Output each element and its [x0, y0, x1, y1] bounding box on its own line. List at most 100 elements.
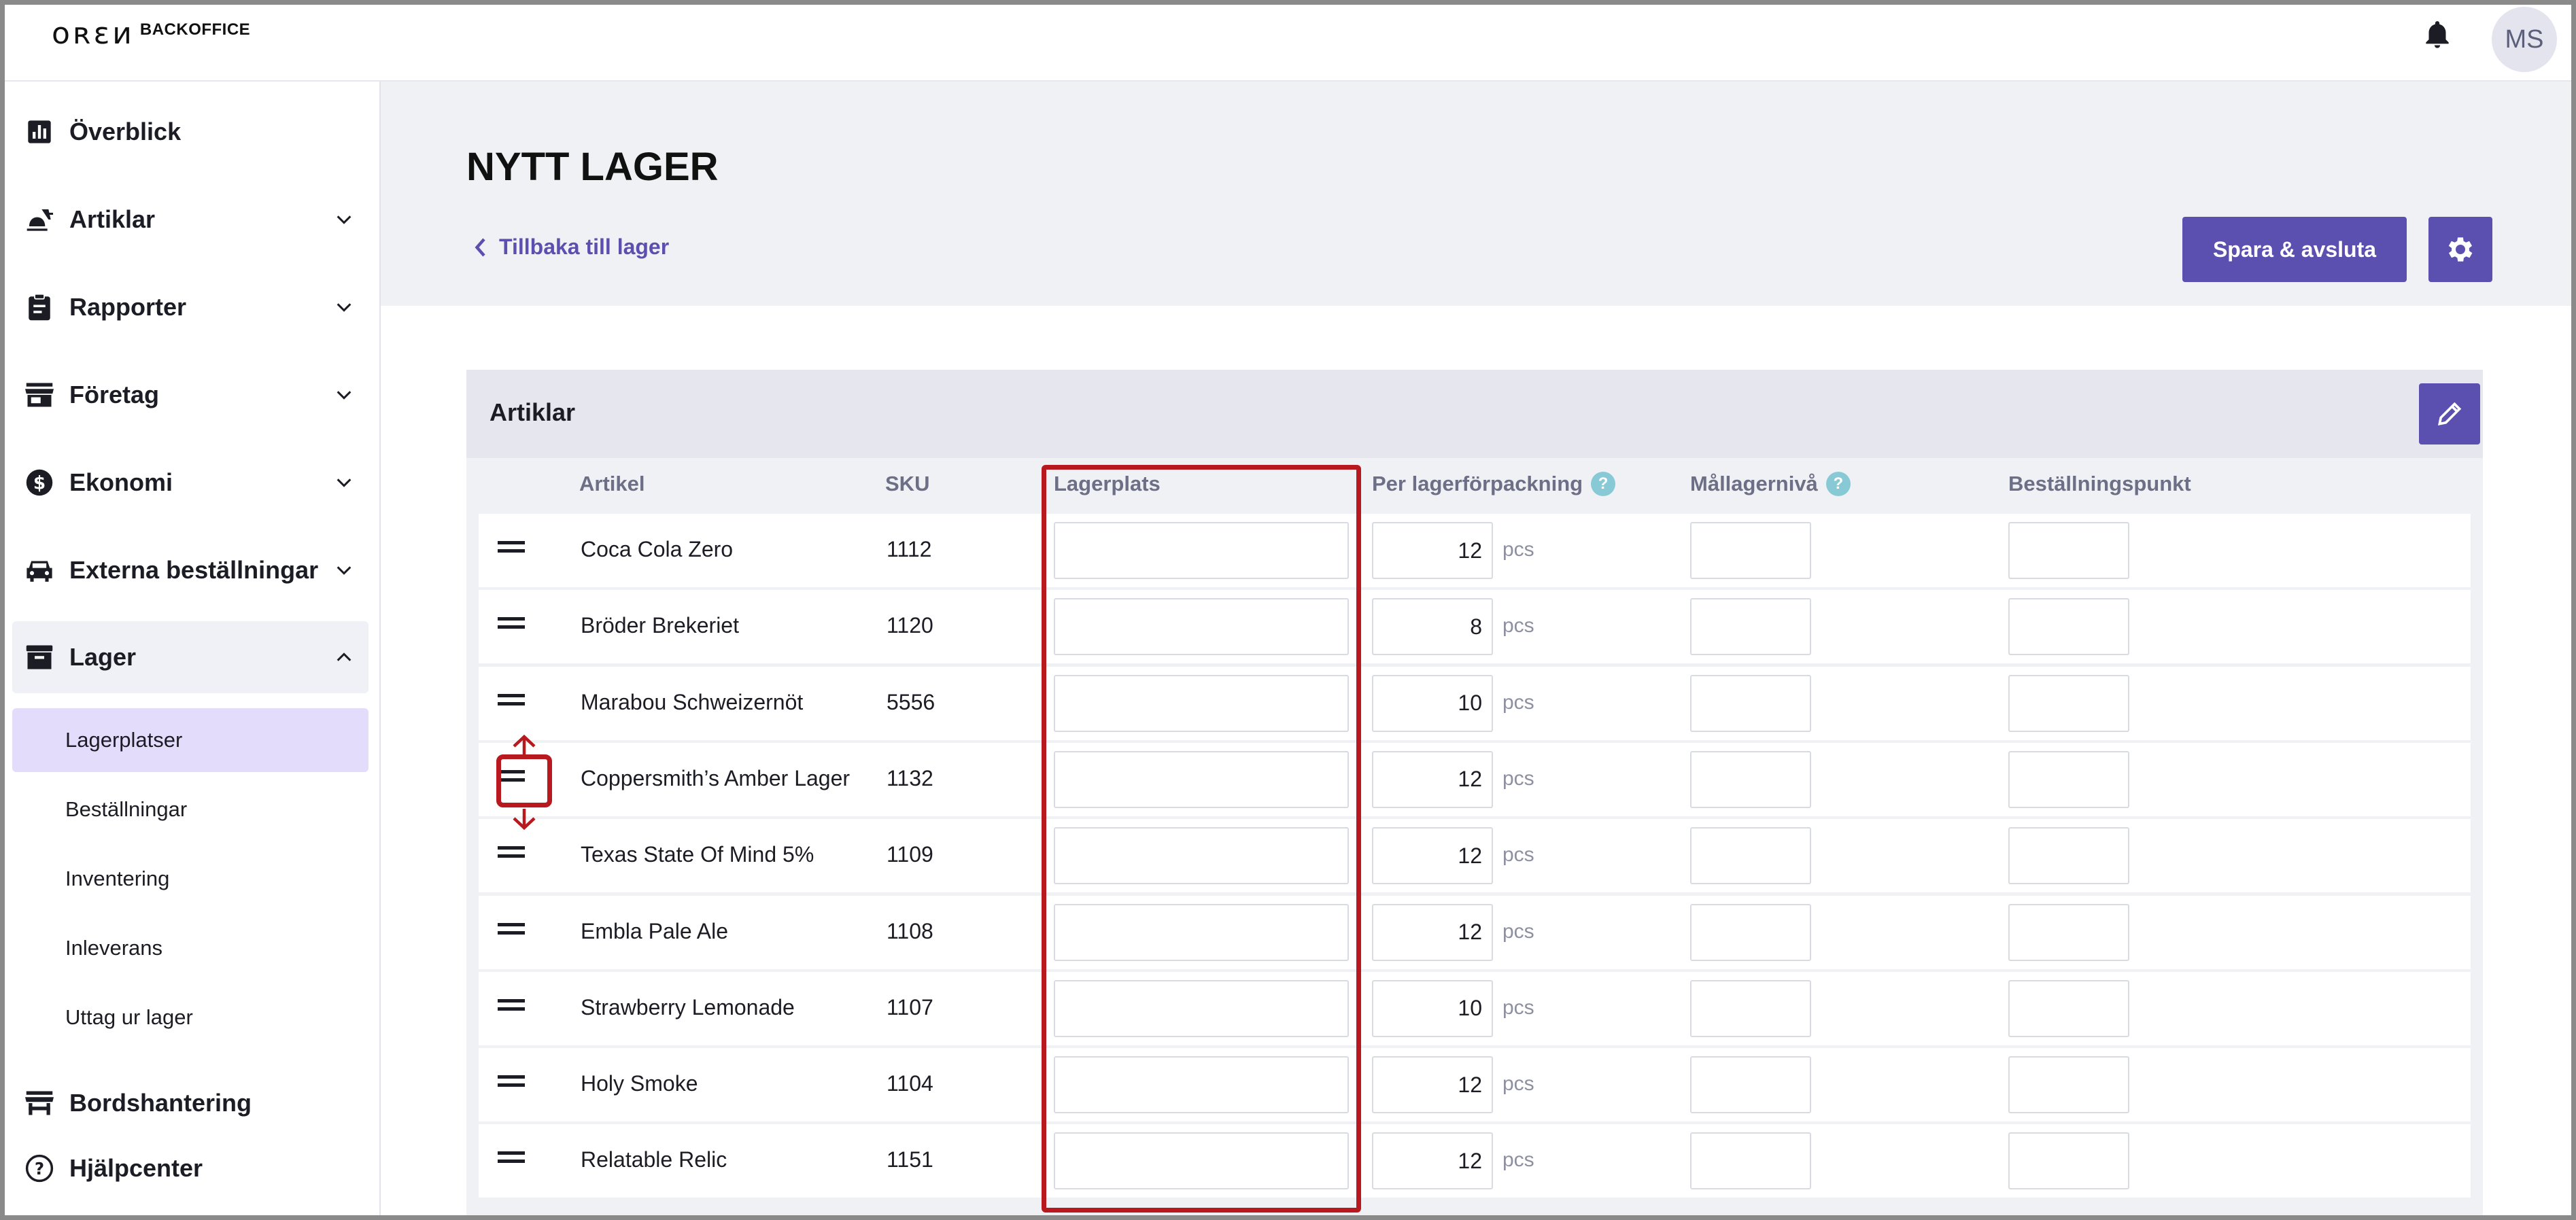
target-level-input[interactable]: [1690, 674, 1811, 732]
lagerplats-input[interactable]: [1054, 827, 1349, 885]
sidebar-sub-uttag-ur-lager[interactable]: Uttag ur lager: [12, 986, 368, 1049]
lagerplats-input[interactable]: [1054, 903, 1349, 961]
gear-icon: [2448, 237, 2473, 262]
drag-handle-icon[interactable]: [498, 617, 525, 632]
chevron-down-icon[interactable]: [334, 298, 354, 317]
target-level-input[interactable]: [1690, 827, 1811, 885]
sidebar-sub-inventering[interactable]: Inventering: [12, 847, 368, 911]
save-and-close-button[interactable]: Spara & avsluta: [2182, 217, 2407, 282]
help-circle-icon: ?: [24, 1153, 54, 1183]
target-level-input[interactable]: [1690, 522, 1811, 579]
lagerplats-input[interactable]: [1054, 1132, 1349, 1190]
order-point-input[interactable]: [2008, 1132, 2129, 1190]
sidebar-item-externa-bestallningar[interactable]: Externa beställningar: [12, 538, 368, 603]
bell-icon[interactable]: [2420, 18, 2454, 56]
article-name: Relatable Relic: [581, 1147, 727, 1172]
help-icon[interactable]: ?: [1591, 472, 1616, 496]
avatar[interactable]: MS: [2492, 7, 2557, 72]
sidebar-item-rapporter[interactable]: Rapporter: [12, 275, 368, 340]
target-level-input[interactable]: [1690, 903, 1811, 961]
sidebar-item-hjalpcenter[interactable]: ? Hjälpcenter: [12, 1136, 368, 1201]
order-point-input[interactable]: [2008, 674, 2129, 732]
logo[interactable]: ᴏʀɛᴎ BACKOFFICE: [52, 19, 250, 49]
help-icon[interactable]: ?: [1825, 472, 1851, 496]
sidebar-sub-bestallningar[interactable]: Beställningar: [12, 778, 368, 841]
lagerplats-input[interactable]: [1054, 1056, 1349, 1114]
per-pack-input[interactable]: [1372, 1056, 1493, 1114]
sidebar-item-artiklar[interactable]: Artiklar: [12, 187, 368, 252]
lagerplats-input[interactable]: [1054, 750, 1349, 808]
svg-text:$: $: [33, 474, 46, 494]
unit-label: pcs: [1502, 920, 1534, 943]
chevron-down-icon[interactable]: [334, 561, 354, 580]
drag-handle-icon[interactable]: [498, 1151, 525, 1166]
chevron-down-icon[interactable]: [334, 473, 354, 492]
drag-handle-icon[interactable]: [498, 1075, 525, 1090]
order-point-input[interactable]: [2008, 1056, 2129, 1114]
card-title: Artiklar: [490, 398, 576, 426]
chevron-up-icon[interactable]: [334, 648, 354, 667]
per-pack-input[interactable]: [1372, 522, 1493, 579]
col-header-per-pack: Per lagerförpackning ?: [1372, 472, 1616, 496]
sidebar-item-overblick[interactable]: Överblick: [12, 99, 368, 164]
article-name: Coppersmith’s Amber Lager: [581, 765, 851, 790]
sidebar-sub-lagerplatser[interactable]: Lagerplatser: [12, 708, 368, 772]
per-pack-input[interactable]: [1372, 827, 1493, 885]
sidebar-item-foretag[interactable]: Företag: [12, 362, 368, 428]
page-title: NYTT LAGER: [466, 145, 719, 189]
sidebar: Överblick Artiklar Rapporter Företag $ E…: [0, 82, 381, 1220]
drag-handle-icon[interactable]: [498, 541, 525, 556]
target-level-input[interactable]: [1690, 1132, 1811, 1190]
target-level-input[interactable]: [1690, 1056, 1811, 1114]
sidebar-item-label: Rapporter: [69, 293, 187, 321]
per-pack-input[interactable]: [1372, 979, 1493, 1037]
per-pack-input[interactable]: [1372, 750, 1493, 808]
lagerplats-input[interactable]: [1054, 598, 1349, 656]
drag-handle-icon[interactable]: [498, 922, 525, 938]
sidebar-item-bordshantering[interactable]: Bordshantering: [12, 1070, 368, 1136]
logo-mark: ᴏʀɛᴎ: [52, 16, 135, 51]
drag-handle-icon[interactable]: [498, 846, 525, 861]
per-pack-input[interactable]: [1372, 598, 1493, 656]
back-link[interactable]: Tillbaka till lager: [472, 234, 669, 260]
sidebar-item-ekonomi[interactable]: $ Ekonomi: [12, 450, 368, 515]
lagerplats-input[interactable]: [1054, 674, 1349, 732]
unit-label: pcs: [1502, 1149, 1534, 1172]
unit-label: pcs: [1502, 843, 1534, 867]
food-icon: [24, 205, 54, 234]
articles-card: Artiklar Artikel SKU Lagerplats Per lage…: [466, 370, 2483, 1220]
col-header-lagerplats: Lagerplats: [1054, 472, 1161, 495]
lagerplats-input[interactable]: [1054, 979, 1349, 1037]
article-sku: 1107: [887, 994, 933, 1019]
order-point-input[interactable]: [2008, 979, 2129, 1037]
article-sku: 5556: [887, 689, 935, 714]
sidebar-item-lager[interactable]: Lager: [12, 621, 368, 693]
per-pack-input[interactable]: [1372, 674, 1493, 732]
table-row: Relatable Relic 1151 pcs: [479, 1124, 2471, 1198]
chevron-down-icon[interactable]: [334, 210, 354, 229]
chevron-down-icon[interactable]: [334, 385, 354, 404]
target-level-input[interactable]: [1690, 750, 1811, 808]
col-header-sku: SKU: [885, 472, 930, 495]
order-point-input[interactable]: [2008, 827, 2129, 885]
order-point-input[interactable]: [2008, 750, 2129, 808]
settings-button[interactable]: [2428, 217, 2492, 282]
per-pack-input[interactable]: [1372, 903, 1493, 961]
order-point-input[interactable]: [2008, 598, 2129, 656]
drag-handle-icon[interactable]: [498, 693, 525, 709]
arrow-down-icon: [513, 809, 536, 831]
sidebar-sub-inleverans[interactable]: Inleverans: [12, 916, 368, 980]
target-level-input[interactable]: [1690, 598, 1811, 656]
lagerplats-input[interactable]: [1054, 522, 1349, 579]
edit-button[interactable]: [2419, 383, 2480, 445]
order-point-input[interactable]: [2008, 903, 2129, 961]
drag-handle-icon[interactable]: [498, 998, 525, 1014]
car-icon: [24, 555, 54, 585]
unit-label: pcs: [1502, 767, 1534, 790]
target-level-input[interactable]: [1690, 979, 1811, 1037]
table-row: Holy Smoke 1104 pcs: [479, 1048, 2471, 1122]
col-header-target: Mållagernivå ?: [1690, 472, 1851, 496]
article-name: Embla Pale Ale: [581, 918, 729, 943]
per-pack-input[interactable]: [1372, 1132, 1493, 1190]
order-point-input[interactable]: [2008, 522, 2129, 579]
